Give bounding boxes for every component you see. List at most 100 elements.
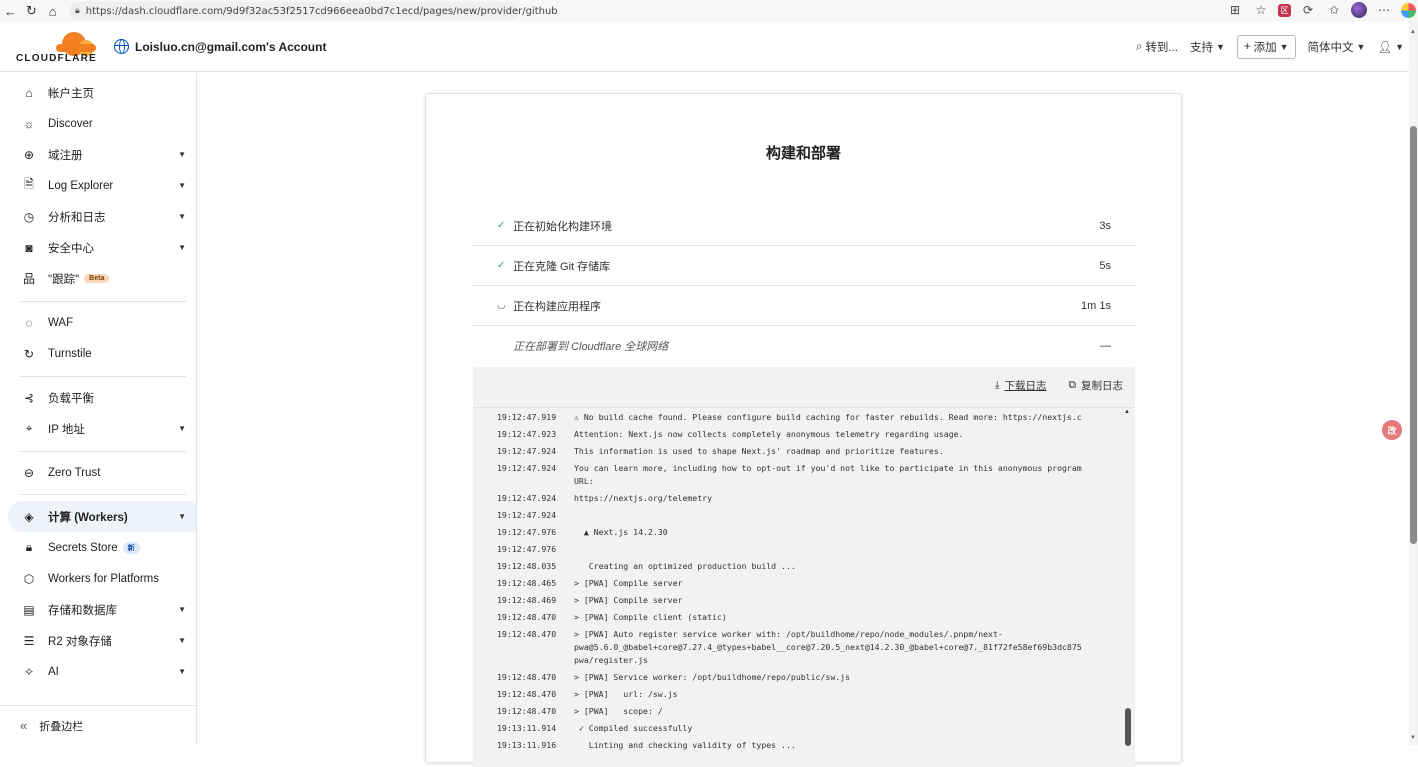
sidebar-item-zero-trust[interactable]: ⊖ Zero Trust: [0, 457, 196, 488]
box-icon: ⬡: [23, 571, 35, 586]
scroll-up-icon[interactable]: ▲: [1124, 409, 1130, 415]
goto-label: 转到...: [1145, 42, 1178, 54]
profile-avatar[interactable]: [1351, 2, 1367, 18]
language-label: 简体中文: [1307, 42, 1354, 54]
log-output[interactable]: 19:12:47.919 ⚠ No build cache found. Plea…: [473, 407, 1135, 767]
sidebar-item-security-center[interactable]: ◙ 安全中心 ▼: [0, 232, 196, 263]
sidebar-item-waf[interactable]: ◌ WAF: [0, 307, 196, 338]
add-button[interactable]: + 添加 ▼: [1236, 35, 1296, 59]
sidebar-item-workers[interactable]: ◈ 计算 (Workers) ▼: [8, 501, 196, 532]
sidebar-item-analytics-logs[interactable]: ◷ 分析和日志 ▼: [0, 201, 196, 232]
scroll-up-icon[interactable]: ▲: [1410, 29, 1416, 35]
log-line: 19:12:48.470 > [PWA] Compile client (stat…: [473, 611, 1135, 624]
turnstile-icon: ↻: [23, 346, 35, 361]
log-timestamp: 19:12:48.470: [497, 689, 557, 699]
reload-icon[interactable]: ↻: [21, 1, 42, 21]
caret-down-icon: ▼: [1395, 42, 1404, 52]
sidebar-item-label: Workers for Platforms: [48, 572, 159, 585]
copy-icon: ⧉: [1068, 379, 1077, 391]
scroll-down-icon[interactable]: ▼: [1410, 735, 1416, 741]
log-line: 19:12:47.919 ⚠ No build cache found. Plea…: [473, 411, 1135, 424]
log-timestamp: 19:12:47.923: [497, 429, 557, 439]
caret-down-icon: ▼: [1356, 42, 1366, 52]
sidebar-item-account-home[interactable]: ⌂ 帐户主页: [0, 77, 196, 108]
file-search-icon: 🗎︎: [24, 177, 34, 191]
sidebar-item-log-explorer[interactable]: 🗎︎ Log Explorer ▼: [0, 170, 196, 201]
double-chevron-left-icon: «: [20, 718, 28, 733]
copy-log-button[interactable]: ⧉ 复制日志: [1069, 378, 1124, 393]
account-switcher[interactable]: Loisluo.cn@gmail.com's Account: [114, 39, 326, 54]
back-icon[interactable]: ←: [0, 1, 21, 21]
copy-log-label: 复制日志: [1081, 380, 1123, 392]
step-duration: 1m 1s: [1081, 299, 1111, 312]
log-line: 19:12:48.035 Creating an optimized produ…: [473, 560, 1135, 573]
copilot-icon[interactable]: [1401, 2, 1416, 18]
favorites-icon[interactable]: ✩: [1325, 1, 1343, 19]
sidebar-item-secrets-store[interactable]: 🔒︎ Secrets Store 新: [0, 532, 196, 563]
sparkle-icon: ✧: [23, 664, 35, 679]
user-menu[interactable]: 👤︎ ▼: [1377, 40, 1404, 54]
download-log-label: 下载日志: [1004, 380, 1047, 392]
step-label: 正在构建应用程序: [513, 300, 601, 313]
log-scrollbar-thumb[interactable]: [1125, 708, 1131, 746]
sidebar-item-r2[interactable]: ☰ R2 对象存储 ▼: [0, 625, 196, 656]
support-menu[interactable]: 支持 ▼: [1190, 39, 1225, 55]
log-line: 19:12:47.976 ▲ Next.js 14.2.30: [473, 526, 1135, 539]
sidebar-item-storage-databases[interactable]: ▤ 存储和数据库 ▼: [0, 594, 196, 625]
language-menu[interactable]: 简体中文 ▼: [1308, 39, 1366, 55]
log-timestamp: 19:12:47.919: [497, 412, 557, 422]
home-icon[interactable]: ⌂: [42, 1, 63, 21]
log-line: 19:12:48.470 > [PWA] url: /sw.js: [473, 688, 1135, 701]
floating-assistant-button[interactable]: 改: [1382, 420, 1402, 440]
step-label: 正在初始化构建环境: [513, 220, 612, 233]
bucket-icon: ☰: [23, 633, 35, 648]
collapse-sidebar-button[interactable]: « 折叠边栏: [0, 705, 196, 745]
page-scrollbar[interactable]: ▲ ▼: [1409, 22, 1418, 745]
extension-icon[interactable]: 区: [1278, 3, 1291, 17]
download-log-button[interactable]: ⤓ 下载日志: [995, 378, 1047, 393]
support-label: 支持: [1189, 42, 1213, 54]
workers-icon: ◈: [24, 509, 34, 524]
log-timestamp: 19:12:48.470: [497, 629, 557, 639]
sidebar-item-label: 域注册: [48, 149, 83, 162]
sidebar-item-trace[interactable]: 品 "跟踪" Beta: [0, 263, 196, 294]
sidebar-item-discover[interactable]: ☼ Discover: [0, 108, 196, 139]
sidebar-item-label: 安全中心: [48, 242, 94, 255]
sidebar-item-label: 负载平衡: [48, 392, 94, 405]
page-scrollbar-thumb[interactable]: [1410, 126, 1417, 544]
address-bar[interactable]: 🔒︎ https://dash.cloudflare.com/9d9f32ac5…: [69, 2, 558, 20]
log-message: Linting and checking validity of types .…: [574, 740, 796, 750]
plus-icon: +: [1243, 41, 1251, 53]
sidebar-item-domain-registration[interactable]: ⊕ 域注册 ▼: [0, 139, 196, 170]
waf-icon: ◌: [25, 315, 33, 330]
sidebar: ⌂ 帐户主页 ☼ Discover ⊕ 域注册 ▼ 🗎︎ Log Explore…: [0, 73, 197, 745]
more-icon[interactable]: ⋯: [1375, 1, 1393, 19]
caret-down-icon: ▼: [1215, 42, 1225, 52]
caret-down-icon: ▼: [178, 667, 186, 676]
globe-icon: ⊕: [23, 147, 35, 162]
log-line: 19:12:48.470 > [PWA] Auto register servic…: [473, 628, 1135, 667]
sidebar-item-turnstile[interactable]: ↻ Turnstile: [0, 338, 196, 369]
step-row: 正在部署到 Cloudflare 全球网络 —: [473, 326, 1135, 366]
log-timestamp: 19:12:47.976: [497, 527, 557, 537]
sidebar-item-label: 帐户主页: [48, 87, 94, 100]
log-timestamp: 19:12:48.469: [497, 595, 557, 605]
sidebar-item-workers-for-platforms[interactable]: ⬡ Workers for Platforms: [0, 563, 196, 594]
star-icon[interactable]: ☆: [1252, 1, 1270, 19]
log-message: https://nextjs.org/telemetry: [574, 493, 713, 503]
log-line: 19:12:47.924 This information is used to …: [473, 445, 1135, 458]
sidebar-item-ip-addresses[interactable]: ⌖ IP 地址 ▼: [0, 413, 196, 444]
puzzle-icon[interactable]: ⟳: [1299, 1, 1317, 19]
goto-button[interactable]: ⌕ 转到...: [1136, 39, 1178, 55]
sidebar-item-load-balancing[interactable]: ⊰ 负载平衡: [0, 382, 196, 413]
pin-icon: ⌖: [25, 421, 33, 435]
lock-icon: 🔒︎: [25, 540, 33, 554]
sidebar-item-label: Turnstile: [48, 347, 92, 360]
sidebar-item-ai[interactable]: ✧ AI ▼: [0, 656, 196, 687]
cloudflare-logo[interactable]: CLOUDFLARE: [16, 30, 98, 64]
main-content: 构建和部署 ✓ 正在初始化构建环境 3s ✓ 正在克隆 Git 存储库 5s ◡…: [197, 73, 1409, 767]
zero-trust-icon: ⊖: [23, 465, 35, 480]
grid-icon[interactable]: ⊞: [1226, 1, 1244, 19]
log-timestamp: 19:12:48.465: [497, 578, 557, 588]
log-message: Creating an optimized production build .…: [574, 561, 796, 571]
